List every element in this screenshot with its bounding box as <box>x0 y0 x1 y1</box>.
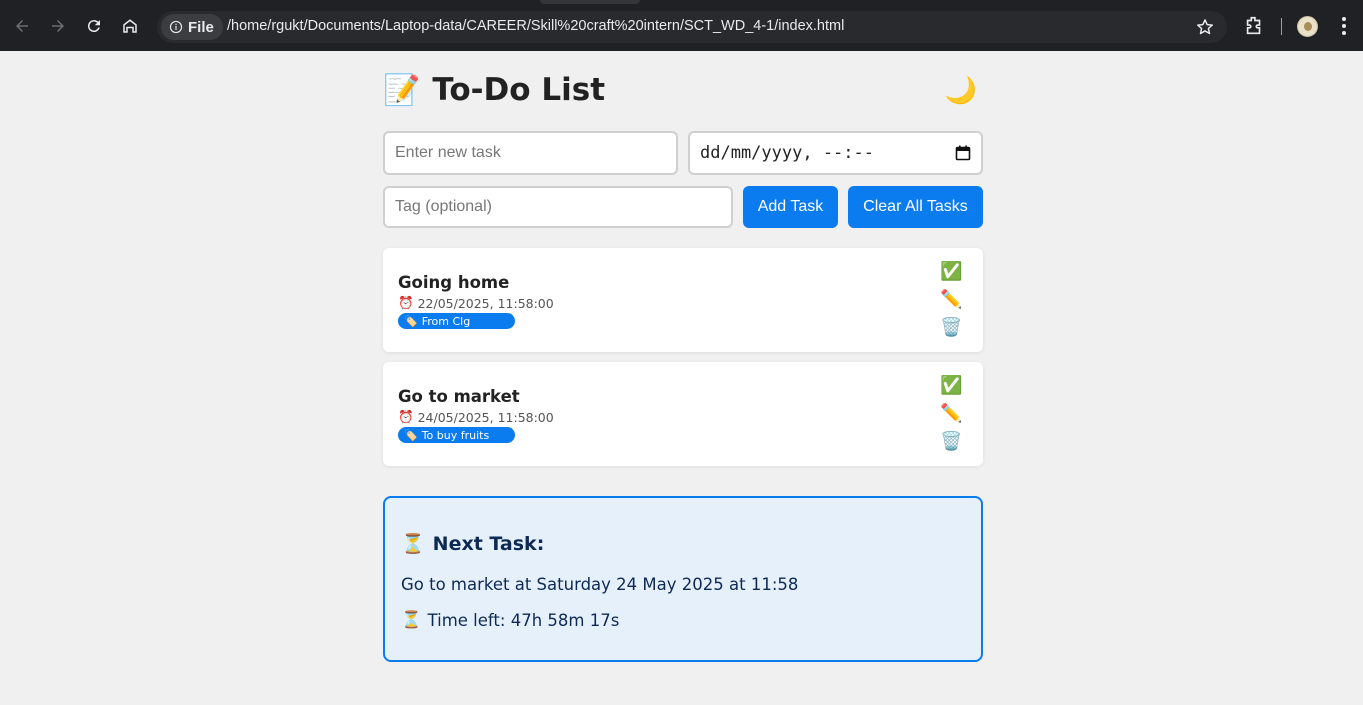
memo-icon: 📝 <box>383 72 421 108</box>
time-left-text: Time left: 47h 58m 17s <box>427 610 620 630</box>
url-text[interactable]: /home/rgukt/Documents/Laptop-data/CAREER… <box>227 18 844 34</box>
browser-toolbar: File /home/rgukt/Documents/Laptop-data/C… <box>0 0 1363 51</box>
app-header: 📝 To-Do List 🌙 <box>383 51 983 131</box>
datetime-placeholder: dd/mm/yyyy, --:-- <box>700 143 874 163</box>
page-title: 📝 To-Do List <box>383 72 605 108</box>
time-left: ⏳ Time left: 47h 58m 17s <box>401 610 619 630</box>
theme-toggle-button[interactable]: 🌙 <box>945 77 977 103</box>
home-icon <box>123 19 137 33</box>
clear-all-tasks-button[interactable]: Clear All Tasks <box>848 186 983 228</box>
forward-button[interactable] <box>45 13 71 39</box>
tag-icon: 🏷️ <box>404 314 418 328</box>
toolbar-divider <box>1281 18 1282 35</box>
next-task-description: Go to market at Saturday 24 May 2025 at … <box>401 575 799 594</box>
add-task-button[interactable]: Add Task <box>743 186 838 228</box>
browser-menu-button[interactable] <box>1335 15 1353 37</box>
task-name: Going home <box>398 273 510 292</box>
task-card: Going home ⏰ 22/05/2025, 11:58:00 🏷️ Fro… <box>383 248 983 352</box>
task-tag-text: To buy fruits <box>421 428 490 442</box>
task-datetime-text: 22/05/2025, 11:58:00 <box>417 295 554 311</box>
datetime-input[interactable]: dd/mm/yyyy, --:-- <box>688 131 983 175</box>
complete-task-button[interactable]: ✅ <box>940 262 962 280</box>
complete-task-button[interactable]: ✅ <box>940 376 962 394</box>
task-tag-badge: 🏷️ To buy fruits <box>398 427 515 443</box>
next-task-panel: ⏳ Next Task: Go to market at Saturday 24… <box>383 496 983 662</box>
arrow-right-icon <box>52 20 64 32</box>
calendar-icon[interactable] <box>955 145 971 161</box>
home-button[interactable] <box>117 13 143 39</box>
tag-icon: 🏷️ <box>404 428 418 442</box>
address-bar[interactable]: File /home/rgukt/Documents/Laptop-data/C… <box>157 11 1227 43</box>
tag-input[interactable]: Tag (optional) <box>383 186 733 228</box>
site-label: File <box>188 18 214 36</box>
reload-icon <box>87 20 100 33</box>
profile-avatar[interactable] <box>1297 16 1318 37</box>
extensions-puzzle-icon[interactable] <box>1243 15 1265 37</box>
next-task-heading: ⏳ Next Task: <box>401 532 545 556</box>
site-info-chip[interactable]: File <box>161 14 223 40</box>
arrow-left-icon <box>16 20 28 32</box>
alarm-clock-icon: ⏰ <box>398 295 414 310</box>
title-text: To-Do List <box>432 72 606 108</box>
delete-task-button[interactable]: 🗑️ <box>940 432 962 450</box>
task-datetime-text: 24/05/2025, 11:58:00 <box>417 409 554 425</box>
task-datetime: ⏰ 22/05/2025, 11:58:00 <box>398 295 554 311</box>
task-tag-text: From Clg <box>421 314 471 328</box>
task-tag-badge: 🏷️ From Clg <box>398 313 515 329</box>
tag-input-placeholder: Tag (optional) <box>395 198 492 215</box>
hourglass-icon: ⏳ <box>401 610 422 629</box>
hourglass-icon: ⏳ <box>401 533 425 555</box>
edit-task-button[interactable]: ✏️ <box>940 290 962 308</box>
bookmark-star-icon[interactable] <box>1195 17 1215 37</box>
back-button[interactable] <box>9 13 35 39</box>
tab-strip-edge <box>540 0 640 4</box>
edit-task-button[interactable]: ✏️ <box>940 404 962 422</box>
task-input-placeholder: Enter new task <box>395 144 501 161</box>
next-task-title: Next Task: <box>432 532 545 555</box>
task-input[interactable]: Enter new task <box>383 131 678 175</box>
task-card: Go to market ⏰ 24/05/2025, 11:58:00 🏷️ T… <box>383 362 983 466</box>
delete-task-button[interactable]: 🗑️ <box>940 318 962 336</box>
reload-button[interactable] <box>81 13 107 39</box>
alarm-clock-icon: ⏰ <box>398 409 414 424</box>
todo-app: 📝 To-Do List 🌙 Enter new task dd/mm/yyyy… <box>383 51 983 662</box>
info-icon <box>169 20 183 34</box>
task-name: Go to market <box>398 387 520 406</box>
task-datetime: ⏰ 24/05/2025, 11:58:00 <box>398 409 554 425</box>
